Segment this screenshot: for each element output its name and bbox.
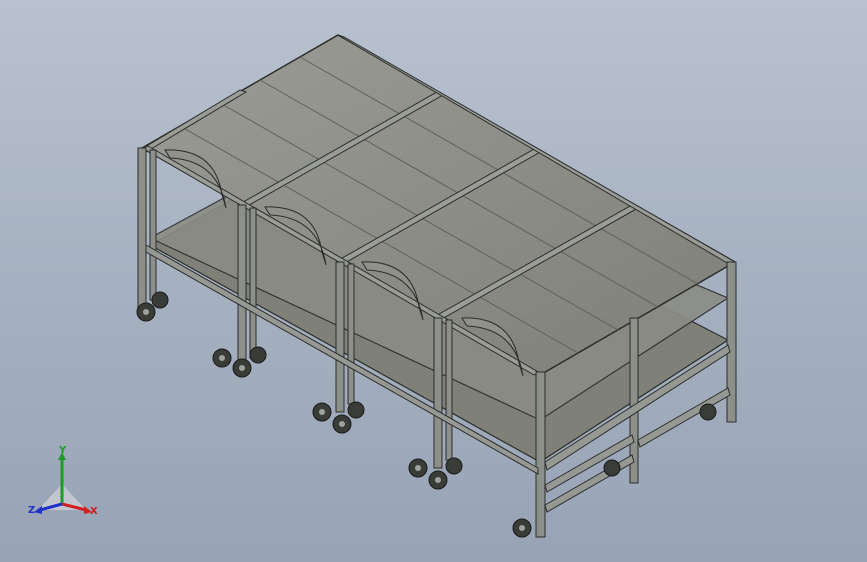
graphics-viewport[interactable]: Y X Z [0,0,867,562]
triad-x-label: X [90,506,98,517]
coordinate-triad: Y X Z [24,446,104,526]
cad-model-shelving-cart[interactable] [0,0,867,562]
triad-z-label: Z [28,505,36,516]
triad-y-label: Y [59,445,67,456]
